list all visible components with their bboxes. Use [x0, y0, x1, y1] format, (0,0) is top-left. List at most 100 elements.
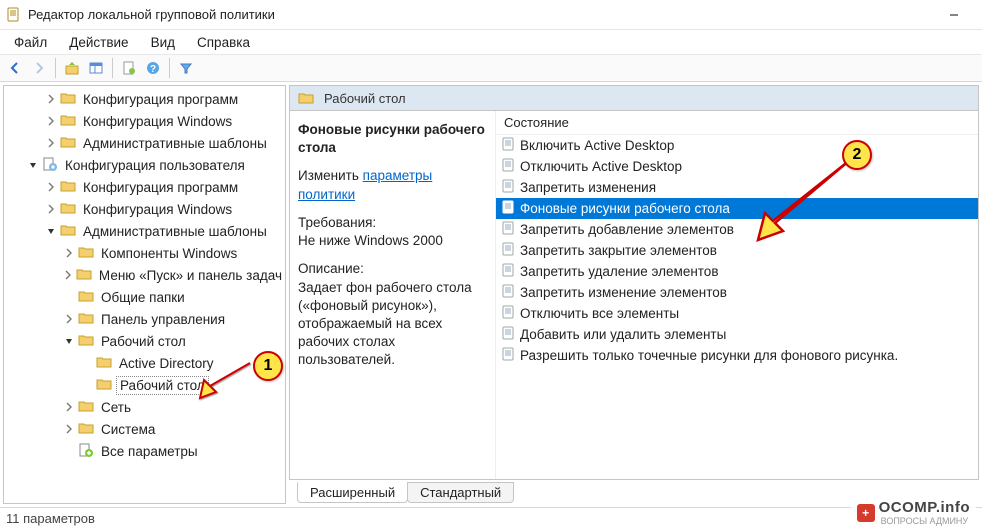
- chevron-right-icon[interactable]: [62, 422, 76, 436]
- setting-icon: [500, 241, 516, 260]
- tree-item[interactable]: Конфигурация программ: [4, 176, 285, 198]
- setting-label: Разрешить только точечные рисунки для фо…: [520, 348, 898, 363]
- tree-item-label: Active Directory: [116, 355, 217, 372]
- folder-icon: [78, 420, 98, 439]
- tree-item[interactable]: Компоненты Windows: [4, 242, 285, 264]
- tree-item-label: Административные шаблоны: [80, 223, 270, 240]
- setting-item[interactable]: Отключить Active Desktop: [496, 156, 978, 177]
- tree[interactable]: Конфигурация программ Конфигурация Window…: [4, 86, 285, 464]
- tree-item-label: Компоненты Windows: [98, 245, 240, 262]
- tree-item[interactable]: Active Directory: [4, 352, 285, 374]
- setting-label: Фоновые рисунки рабочего стола: [520, 201, 730, 216]
- tree-item[interactable]: Все параметры: [4, 440, 285, 462]
- tree-item-label: Конфигурация Windows: [80, 113, 235, 130]
- setting-item[interactable]: Включить Active Desktop: [496, 135, 978, 156]
- toolbar-separator: [55, 58, 56, 78]
- setting-item[interactable]: Разрешить только точечные рисунки для фо…: [496, 345, 978, 366]
- setting-icon: [500, 325, 516, 344]
- setting-item[interactable]: Фоновые рисунки рабочего стола: [496, 198, 978, 219]
- setting-label: Запретить изменения: [520, 180, 656, 195]
- tree-item[interactable]: Конфигурация Windows: [4, 110, 285, 132]
- chevron-right-icon[interactable]: [44, 136, 58, 150]
- watermark: + OCOMP.info ВОПРОСЫ АДМИНУ: [851, 497, 976, 528]
- forward-button[interactable]: [28, 57, 50, 79]
- chevron-right-icon[interactable]: [44, 114, 58, 128]
- chevron-right-icon[interactable]: [62, 312, 76, 326]
- tree-item[interactable]: Конфигурация программ: [4, 88, 285, 110]
- setting-icon: [500, 199, 516, 218]
- tree-item[interactable]: Общие папки: [4, 286, 285, 308]
- folder-icon: [298, 90, 314, 106]
- tree-item[interactable]: Меню «Пуск» и панель задач: [4, 264, 285, 286]
- setting-item[interactable]: Запретить удаление элементов: [496, 261, 978, 282]
- watermark-sub: ВОПРОСЫ АДМИНУ: [881, 516, 970, 526]
- chevron-right-icon[interactable]: [62, 400, 76, 414]
- chevron-down-icon[interactable]: [44, 224, 58, 238]
- detail-column: Фоновые рисунки рабочего стола Изменить …: [290, 111, 496, 479]
- setting-label: Запретить удаление элементов: [520, 264, 719, 279]
- tree-item[interactable]: Рабочий стол: [4, 330, 285, 352]
- panes-button[interactable]: [85, 57, 107, 79]
- setting-item[interactable]: Отключить все элементы: [496, 303, 978, 324]
- setting-label: Запретить добавление элементов: [520, 222, 734, 237]
- requirements-label: Требования:: [298, 215, 376, 230]
- status-text: 11 параметров: [6, 511, 95, 526]
- watermark-plus-icon: +: [857, 504, 875, 522]
- setting-item[interactable]: Запретить закрытие элементов: [496, 240, 978, 261]
- folder-icon: [76, 266, 96, 285]
- help-button[interactable]: ?: [142, 57, 164, 79]
- tree-item[interactable]: Конфигурация пользователя: [4, 154, 285, 176]
- folder-icon: [60, 178, 80, 197]
- toolbar-separator: [112, 58, 113, 78]
- properties-button[interactable]: [118, 57, 140, 79]
- right-header: Рабочий стол: [289, 85, 979, 111]
- tree-item-label: Панель управления: [98, 311, 228, 328]
- chevron-down-icon[interactable]: [26, 158, 40, 172]
- setting-item[interactable]: Добавить или удалить элементы: [496, 324, 978, 345]
- chevron-right-icon[interactable]: [44, 202, 58, 216]
- menu-file[interactable]: Файл: [4, 33, 57, 52]
- chevron-right-icon[interactable]: [44, 180, 58, 194]
- tree-item[interactable]: Сеть: [4, 396, 285, 418]
- tab-standard[interactable]: Стандартный: [407, 482, 514, 503]
- setting-item[interactable]: Запретить изменение элементов: [496, 282, 978, 303]
- filter-button[interactable]: [175, 57, 197, 79]
- setting-item[interactable]: Запретить добавление элементов: [496, 219, 978, 240]
- edit-label: Изменить: [298, 168, 359, 183]
- right-header-title: Рабочий стол: [324, 91, 406, 106]
- chevron-right-icon[interactable]: [44, 92, 58, 106]
- tree-item[interactable]: Административные шаблоны: [4, 132, 285, 154]
- tree-item-label: Конфигурация программ: [80, 179, 241, 196]
- setting-icon: [500, 157, 516, 176]
- tab-extended[interactable]: Расширенный: [297, 482, 408, 503]
- minimize-button[interactable]: [932, 1, 976, 29]
- tree-item-label: Конфигурация пользователя: [62, 157, 248, 174]
- tree-item[interactable]: Административные шаблоны: [4, 220, 285, 242]
- menu-action[interactable]: Действие: [59, 33, 138, 52]
- menu-help[interactable]: Справка: [187, 33, 260, 52]
- menubar: Файл Действие Вид Справка: [0, 30, 982, 54]
- setting-item[interactable]: Запретить изменения: [496, 177, 978, 198]
- folder-icon: [78, 310, 98, 329]
- description-value: Задает фон рабочего стола («фоновый рису…: [298, 280, 472, 368]
- tree-item[interactable]: Система: [4, 418, 285, 440]
- folder-icon: [78, 398, 98, 417]
- window-title: Редактор локальной групповой политики: [28, 7, 932, 22]
- tree-item-label: Все параметры: [98, 443, 201, 460]
- setting-label: Запретить закрытие элементов: [520, 243, 717, 258]
- setting-icon: [500, 136, 516, 155]
- back-button[interactable]: [4, 57, 26, 79]
- all-icon: [78, 442, 98, 461]
- up-button[interactable]: [61, 57, 83, 79]
- tree-item-label: Меню «Пуск» и панель задач: [96, 267, 285, 284]
- tree-item[interactable]: Конфигурация Windows: [4, 198, 285, 220]
- chevron-down-icon[interactable]: [62, 334, 76, 348]
- menu-view[interactable]: Вид: [141, 33, 185, 52]
- tree-item[interactable]: Рабочий стол: [4, 374, 285, 396]
- tree-item-label: Система: [98, 421, 158, 438]
- chevron-right-icon[interactable]: [62, 268, 74, 282]
- chevron-right-icon[interactable]: [62, 246, 76, 260]
- column-header-state[interactable]: Состояние: [496, 111, 978, 135]
- tree-item[interactable]: Панель управления: [4, 308, 285, 330]
- tree-item-label: Рабочий стол: [116, 376, 209, 395]
